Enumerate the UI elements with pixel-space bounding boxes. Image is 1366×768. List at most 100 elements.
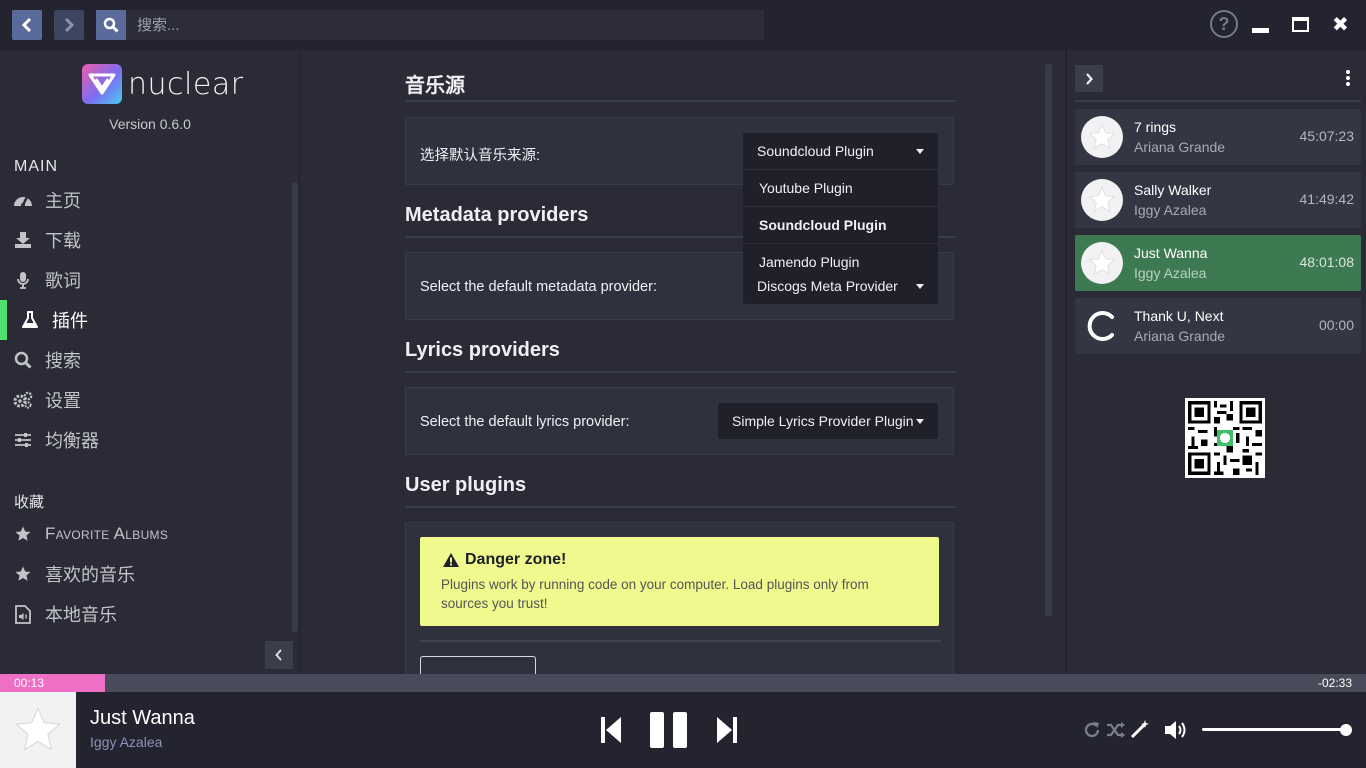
queue-item[interactable]: Sally Walker Iggy Azalea 41:49:42 xyxy=(1075,172,1361,228)
volume-slider-handle[interactable] xyxy=(1340,724,1352,736)
step-forward-icon xyxy=(717,717,737,743)
queue-item-artist: Ariana Grande xyxy=(1134,139,1226,155)
queue-item-current[interactable]: Just Wanna Iggy Azalea 48:01:08 xyxy=(1075,235,1361,291)
search-button[interactable] xyxy=(96,10,126,40)
collapse-sidebar-button[interactable] xyxy=(265,641,293,669)
queue-menu-icon[interactable] xyxy=(1346,70,1350,86)
queue-item-title: Sally Walker xyxy=(1134,182,1212,198)
lyrics-provider-label: Select the default lyrics provider: xyxy=(420,414,630,430)
dropdown-option-soundcloud[interactable]: Soundcloud Plugin xyxy=(743,206,938,243)
sidebar-item-label: 插件 xyxy=(52,311,88,331)
nuclear-logo-icon xyxy=(82,64,122,104)
top-bar: ? ✖ xyxy=(0,0,1366,50)
user-plugins-card: Danger zone! Plugins work by running cod… xyxy=(405,522,954,674)
now-playing-title: Just Wanna xyxy=(90,707,195,729)
sidebar-item-search[interactable]: 搜索 xyxy=(0,340,290,380)
autoradio-button[interactable] xyxy=(1130,719,1150,744)
music-source-dropdown[interactable]: Soundcloud Plugin xyxy=(743,133,938,169)
app-logo: nuclear xyxy=(82,64,244,104)
main-scrollbar[interactable] xyxy=(1045,64,1052,616)
metadata-providers-title: Metadata providers xyxy=(405,204,589,226)
app-version: Version 0.6.0 xyxy=(109,116,191,132)
volume-slider[interactable] xyxy=(1202,728,1348,731)
metadata-provider-label: Select the default metadata provider: xyxy=(420,279,657,295)
danger-zone-title: Danger zone! xyxy=(442,551,566,569)
sidebar-item-label: 下载 xyxy=(45,231,81,251)
download-icon xyxy=(13,231,33,249)
chevron-right-icon xyxy=(1086,72,1093,85)
chevron-left-icon xyxy=(275,649,282,661)
forward-button[interactable] xyxy=(54,10,84,40)
play-queue-panel: 7 rings Ariana Grande 45:07:23 Sally Wal… xyxy=(1065,50,1366,674)
time-elapsed: 00:13 xyxy=(14,676,45,690)
shuffle-icon xyxy=(1107,722,1125,738)
now-playing-artist: Iggy Azalea xyxy=(90,734,163,750)
chevron-left-icon xyxy=(22,18,32,32)
sidebar-item-lyrics[interactable]: 歌词 xyxy=(0,260,290,300)
pause-button[interactable] xyxy=(650,712,688,753)
queue-item-artist: Iggy Azalea xyxy=(1134,202,1207,218)
sidebar: nuclear Version 0.6.0 MAIN 主页 下载 歌词 插件 搜… xyxy=(0,50,300,674)
sidebar-item-label: 均衡器 xyxy=(45,431,99,451)
minimize-button[interactable] xyxy=(1252,28,1269,33)
user-plugins-title: User plugins xyxy=(405,474,527,496)
help-icon[interactable]: ? xyxy=(1210,10,1238,38)
sidebar-item-local-library[interactable]: 本地音乐 xyxy=(0,594,290,634)
queue-item-duration: 48:01:08 xyxy=(1299,254,1355,270)
queue-item-title: Thank U, Next xyxy=(1134,308,1224,324)
sidebar-item-settings[interactable]: 设置 xyxy=(0,380,290,420)
star-icon xyxy=(13,525,33,543)
volume-button[interactable] xyxy=(1164,719,1190,746)
lyrics-provider-card: Select the default lyrics provider: Simp… xyxy=(405,387,954,455)
previous-track-button[interactable] xyxy=(600,716,622,749)
magic-wand-icon xyxy=(1130,720,1149,739)
active-indicator xyxy=(0,300,7,340)
collapse-queue-button[interactable] xyxy=(1075,65,1103,92)
search-input[interactable] xyxy=(126,10,764,40)
sidebar-item-equalizer[interactable]: 均衡器 xyxy=(0,420,290,460)
lyrics-provider-dropdown[interactable]: Simple Lyrics Provider Plugin xyxy=(718,403,938,439)
track-thumbnail-star-icon xyxy=(1081,116,1123,158)
caret-down-icon xyxy=(916,284,924,289)
sidebar-item-downloads[interactable]: 下载 xyxy=(0,220,290,260)
sidebar-item-favorite-tracks[interactable]: 喜欢的音乐 xyxy=(0,554,290,594)
warning-icon xyxy=(443,553,459,567)
sidebar-item-label: Favorite Albums xyxy=(45,524,169,543)
search-bar xyxy=(96,10,764,40)
caret-down-icon xyxy=(916,149,924,154)
track-thumbnail-star-icon xyxy=(1081,179,1123,221)
search-icon xyxy=(13,351,33,369)
sidebar-item-home[interactable]: 主页 xyxy=(0,180,290,220)
next-track-button[interactable] xyxy=(716,716,738,749)
repeat-button[interactable] xyxy=(1083,721,1101,744)
back-button[interactable] xyxy=(12,10,42,40)
shuffle-button[interactable] xyxy=(1106,721,1126,744)
music-sources-title: 音乐源 xyxy=(405,75,465,97)
sidebar-item-label: 设置 xyxy=(45,391,81,411)
dropdown-option-jamendo[interactable]: Jamendo Plugin xyxy=(743,243,938,280)
load-plugin-button[interactable] xyxy=(420,656,536,674)
sidebar-item-favorite-albums[interactable]: Favorite Albums xyxy=(0,514,290,554)
close-button[interactable]: ✖ xyxy=(1332,14,1349,36)
pause-icon xyxy=(650,712,687,748)
music-source-label: 选择默认音乐来源: xyxy=(420,148,541,164)
sidebar-item-plugins[interactable]: 插件 xyxy=(0,300,290,340)
queue-item-duration: 41:49:42 xyxy=(1299,191,1355,207)
dropdown-option-youtube[interactable]: Youtube Plugin xyxy=(743,169,938,206)
dropdown-selected: Discogs Meta Provider xyxy=(757,278,898,294)
queue-divider xyxy=(1075,100,1361,102)
maximize-button[interactable] xyxy=(1292,17,1309,32)
volume-up-icon xyxy=(1165,721,1186,739)
sidebar-scrollbar[interactable] xyxy=(292,182,298,632)
sidebar-item-label: 主页 xyxy=(45,191,81,211)
loading-spinner-icon xyxy=(1081,305,1123,347)
plugins-view: 音乐源 选择默认音乐来源: Soundcloud Plugin Youtube … xyxy=(301,50,1063,674)
queue-item[interactable]: 7 rings Ariana Grande 45:07:23 xyxy=(1075,109,1361,165)
section-divider xyxy=(405,506,956,508)
queue-item[interactable]: Thank U, Next Ariana Grande 00:00 xyxy=(1075,298,1361,354)
danger-zone-message: Danger zone! Plugins work by running cod… xyxy=(420,537,939,626)
seek-bar[interactable]: 00:13 -02:33 xyxy=(0,674,1366,692)
app-name: nuclear xyxy=(128,66,244,102)
track-thumbnail-star-icon xyxy=(1081,242,1123,284)
card-divider xyxy=(420,640,941,642)
